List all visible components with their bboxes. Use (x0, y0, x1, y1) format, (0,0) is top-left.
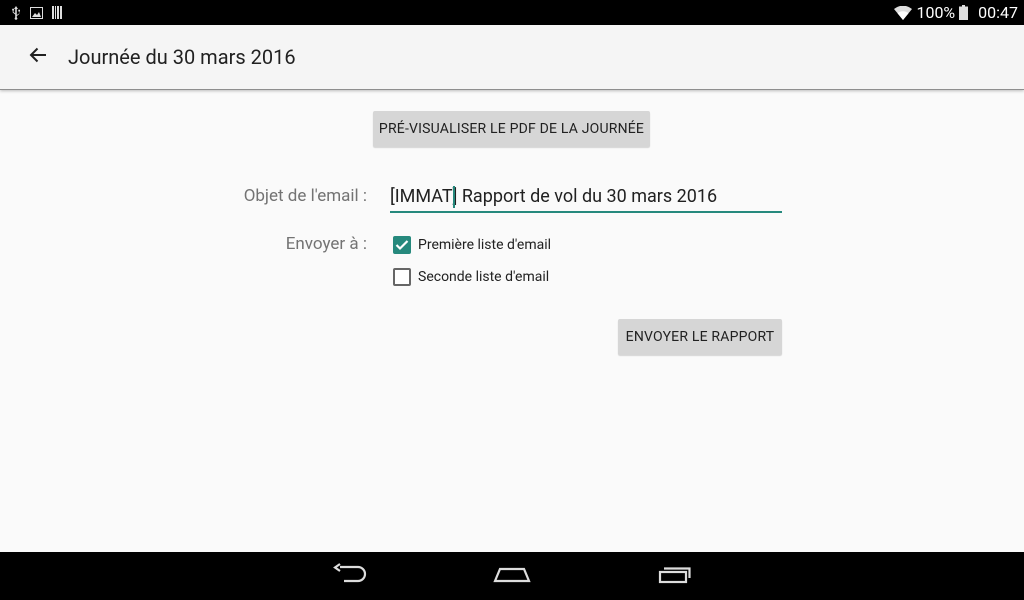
usb-icon (11, 5, 21, 20)
page-title: Journée du 30 mars 2016 (68, 45, 296, 69)
nav-back-button[interactable] (326, 562, 374, 590)
nav-recents-icon (657, 563, 693, 589)
status-bar: 100% 00:47 (0, 0, 1024, 25)
subject-input[interactable]: [IMMAT] Rapport de vol du 30 mars 2016 (390, 182, 782, 213)
status-left-icons (11, 5, 62, 20)
recipient-first-list-label: Première liste d'email (418, 237, 552, 253)
status-right: 100% 00:47 (894, 3, 1018, 22)
nav-home-button[interactable] (488, 562, 536, 590)
nav-recents-button[interactable] (651, 562, 699, 590)
arrow-back-icon (29, 47, 47, 67)
preview-pdf-button[interactable]: PRÉ-VISUALISER LE PDF DE LA JOURNÉE (373, 111, 650, 147)
battery-icon (959, 5, 969, 20)
nav-home-icon (493, 564, 531, 588)
subject-value: [IMMAT] Rapport de vol du 30 mars 2016 (390, 186, 718, 207)
wifi-icon (894, 5, 913, 20)
send-report-button[interactable]: ENVOYER LE RAPPORT (618, 319, 782, 355)
barcode-icon (52, 6, 62, 19)
recipient-second-list[interactable]: Seconde liste d'email (393, 267, 549, 287)
send-to-label: Envoyer à : (285, 234, 367, 254)
subject-label: Objet de l'email : (243, 186, 367, 206)
app-bar: Journée du 30 mars 2016 (0, 25, 1024, 90)
checkbox-checked-icon[interactable] (393, 236, 411, 254)
recipient-second-list-label: Seconde liste d'email (418, 269, 550, 285)
recipient-first-list[interactable]: Première liste d'email (393, 235, 551, 255)
nav-back-icon (332, 563, 368, 589)
navigation-bar (0, 552, 1024, 600)
checkbox-unchecked-icon[interactable] (393, 268, 411, 286)
image-icon (30, 6, 43, 19)
back-button[interactable] (20, 39, 56, 75)
clock: 00:47 (978, 3, 1018, 22)
text-cursor (453, 186, 455, 208)
battery-percent: 100% (916, 3, 956, 22)
